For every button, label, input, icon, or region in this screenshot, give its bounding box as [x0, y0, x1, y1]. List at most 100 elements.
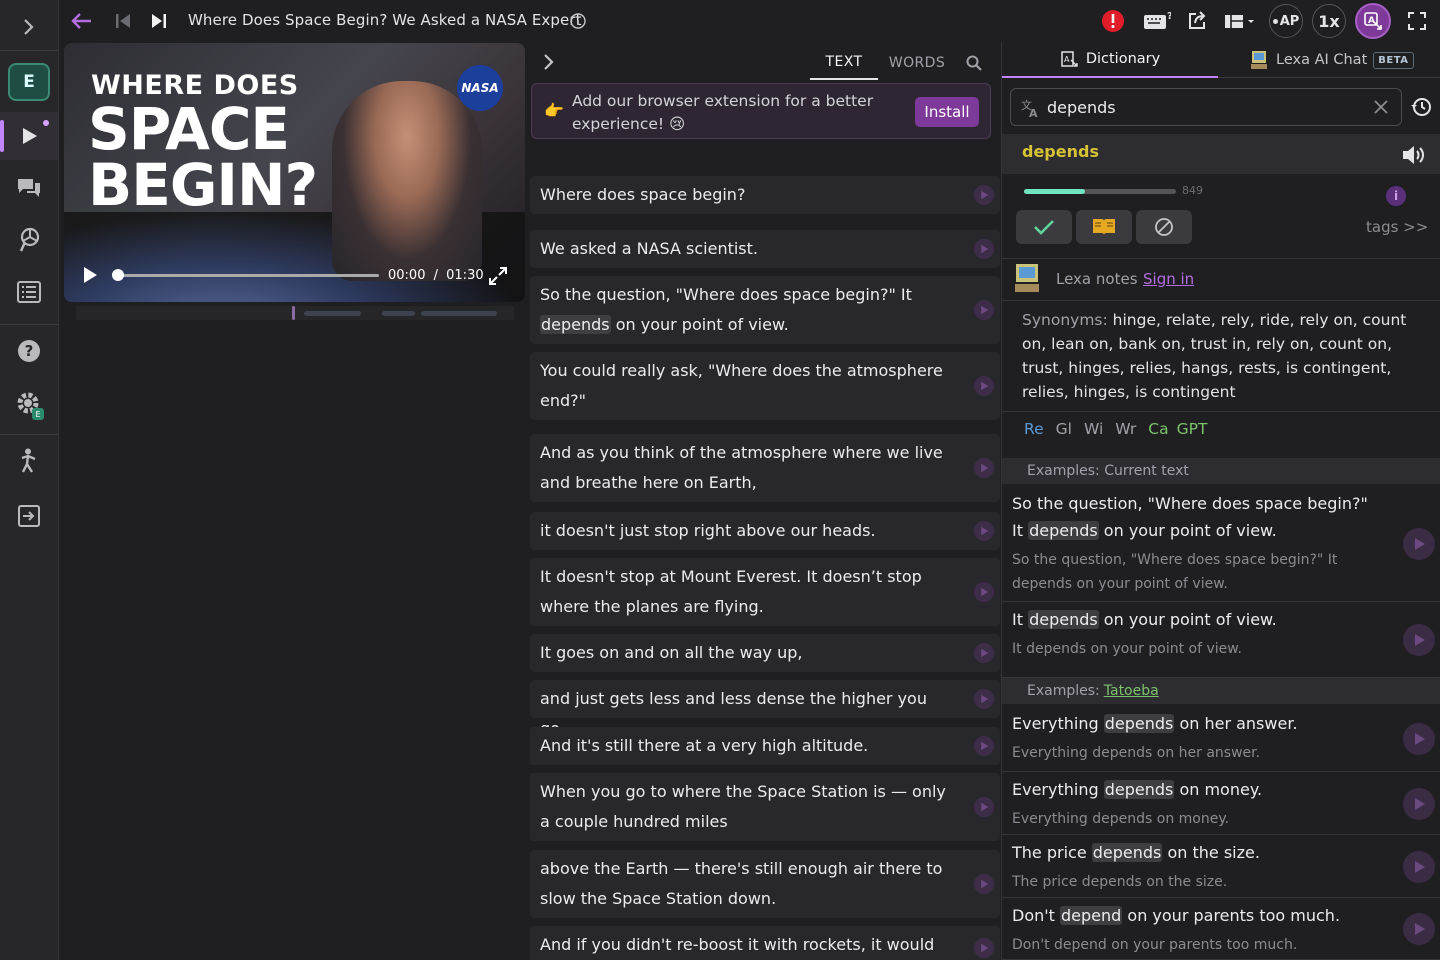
play-sentence-button[interactable]	[974, 582, 994, 602]
time-total: 01:30	[446, 268, 484, 283]
dictionary-link-gpt[interactable]: GPT	[1177, 420, 1208, 438]
alert-button[interactable]	[1100, 5, 1126, 37]
play-sentence-button[interactable]	[974, 938, 994, 958]
dictionary-link-wr[interactable]: Wr	[1115, 420, 1136, 438]
highlighted-word[interactable]: depend	[1060, 906, 1123, 925]
subtitle-row[interactable]: And it's still there at a very high alti…	[530, 727, 1000, 765]
dictionary-search-input[interactable]	[1047, 95, 1367, 119]
sidebar-item-accessibility[interactable]	[0, 440, 58, 482]
play-sentence-button[interactable]	[974, 521, 994, 541]
translate-mode-button[interactable]: A	[1355, 3, 1391, 39]
tags-link[interactable]: tags >>	[1366, 218, 1428, 236]
highlighted-word[interactable]: depends	[1103, 780, 1175, 799]
play-sentence-button[interactable]	[974, 874, 994, 894]
subtitle-text: it doesn't just stop right above our hea…	[540, 516, 954, 546]
search-history-button[interactable]	[1410, 96, 1432, 122]
layout-dropdown-button[interactable]	[1223, 5, 1257, 37]
subtitle-row[interactable]: When you go to where the Space Station i…	[530, 773, 1000, 841]
highlighted-word[interactable]: depends	[1103, 714, 1175, 733]
play-sentence-button[interactable]	[974, 643, 994, 663]
subtitle-row[interactable]: And as you think of the atmosphere where…	[530, 434, 1000, 502]
play-sentence-button[interactable]	[974, 797, 994, 817]
video-progress-track[interactable]	[116, 274, 379, 277]
subtitle-row[interactable]: above the Earth — there's still enough a…	[530, 850, 1000, 918]
sign-in-link[interactable]: Sign in	[1143, 270, 1194, 288]
subtitle-row[interactable]: It goes on and on all the way up,	[530, 634, 1000, 672]
subtitle-row[interactable]: and just gets less and less dense the hi…	[530, 680, 1000, 738]
subtitle-search-button[interactable]	[966, 55, 982, 75]
subtitle-row[interactable]: So the question, "Where does space begin…	[530, 276, 1000, 344]
highlighted-word[interactable]: depends	[1028, 521, 1099, 540]
expand-sidebar-button[interactable]	[0, 8, 58, 46]
video-progress-knob[interactable]	[112, 269, 124, 281]
autopause-button[interactable]: AP	[1269, 4, 1303, 38]
video-fullscreen-button[interactable]	[488, 266, 508, 290]
previous-video-button[interactable]	[112, 5, 134, 37]
sidebar-item-vocabulary[interactable]	[0, 218, 58, 262]
sidebar-item-help[interactable]: ?	[0, 330, 58, 372]
subtitle-row[interactable]: it doesn't just stop right above our hea…	[530, 512, 1000, 550]
dictionary-link-re[interactable]: Re	[1024, 420, 1044, 438]
mark-learning-button[interactable]	[1076, 210, 1132, 244]
word-info-button[interactable]: i	[1386, 186, 1406, 206]
subtitle-row[interactable]: You could really ask, "Where does the at…	[530, 352, 1000, 420]
pronounce-button[interactable]	[1401, 143, 1427, 171]
chapter-bar[interactable]	[76, 306, 514, 320]
subtitle-row[interactable]: Where does space begin?	[530, 176, 1000, 214]
sidebar-item-list[interactable]	[0, 270, 58, 314]
tab-ai-chat[interactable]: Lexa AI Chat BETA	[1250, 42, 1414, 78]
play-example-button[interactable]	[1403, 787, 1435, 820]
dictionary-link-gl[interactable]: Gl	[1056, 420, 1072, 438]
mark-known-button[interactable]	[1016, 210, 1072, 244]
play-example-button[interactable]	[1403, 850, 1435, 883]
tab-text[interactable]: TEXT	[810, 46, 878, 80]
dictionary-link-wi[interactable]: Wi	[1084, 420, 1103, 438]
chapter-segment[interactable]	[304, 311, 361, 316]
play-example-button[interactable]	[1403, 913, 1435, 945]
subtitle-row[interactable]: And if you didn't re-boost it with rocke…	[530, 926, 1000, 960]
sidebar-item-chat[interactable]	[0, 166, 58, 210]
tab-dictionary[interactable]: A Dictionary	[1002, 42, 1218, 78]
highlighted-word[interactable]: depends	[1028, 610, 1099, 629]
sidebar-item-video[interactable]	[0, 112, 58, 160]
ignore-word-button[interactable]	[1136, 210, 1192, 244]
back-button[interactable]	[69, 5, 95, 37]
play-example-button[interactable]	[1403, 624, 1435, 656]
play-sentence-button[interactable]	[974, 376, 994, 396]
sidebar-item-exit[interactable]	[0, 494, 58, 538]
play-sentence-button[interactable]	[974, 300, 994, 320]
tab-words[interactable]: WORDS	[886, 46, 948, 80]
collapse-panel-button[interactable]	[542, 52, 556, 76]
playback-speed-button[interactable]: 1x	[1312, 4, 1346, 38]
dictionary-link-ca[interactable]: Ca	[1148, 420, 1168, 438]
play-sentence-button[interactable]	[974, 185, 994, 205]
keyboard-shortcuts-button[interactable]: ?	[1142, 5, 1172, 37]
text-segment: The price	[1012, 843, 1092, 862]
fullscreen-button[interactable]	[1404, 5, 1430, 37]
subtitle-row[interactable]: It doesn't stop at Mount Everest. It doe…	[530, 558, 1000, 626]
next-video-button[interactable]	[148, 5, 170, 37]
dictionary-search[interactable]: 文A	[1010, 88, 1402, 126]
install-extension-button[interactable]: Install	[915, 97, 979, 127]
headword-bar: depends	[1002, 134, 1440, 174]
highlighted-word[interactable]: depends	[540, 315, 611, 334]
video-info-button[interactable]	[569, 5, 587, 37]
tatoeba-link[interactable]: Tatoeba	[1104, 683, 1159, 699]
sidebar-item-settings[interactable]: E	[0, 382, 58, 426]
play-sentence-button[interactable]	[974, 239, 994, 259]
share-button[interactable]	[1185, 5, 1209, 37]
video-player[interactable]: WHERE DOES SPACE BEGIN? NASA 00:00 / 01:…	[64, 43, 525, 302]
profile-badge-button[interactable]: E	[0, 60, 58, 104]
chapter-segment[interactable]	[382, 311, 415, 316]
play-sentence-button[interactable]	[974, 736, 994, 756]
highlighted-word[interactable]: depends	[1091, 843, 1163, 862]
video-play-button[interactable]	[80, 265, 100, 285]
play-example-button[interactable]	[1403, 723, 1435, 755]
play-example-button[interactable]	[1403, 528, 1435, 560]
play-sentence-button[interactable]	[974, 689, 994, 709]
play-sentence-button[interactable]	[974, 458, 994, 478]
clear-search-button[interactable]	[1373, 99, 1389, 119]
example-item: Everything depends on her answer. Everyth…	[1002, 706, 1440, 772]
subtitle-row[interactable]: We asked a NASA scientist.	[530, 230, 1000, 268]
chapter-segment[interactable]	[421, 311, 497, 316]
